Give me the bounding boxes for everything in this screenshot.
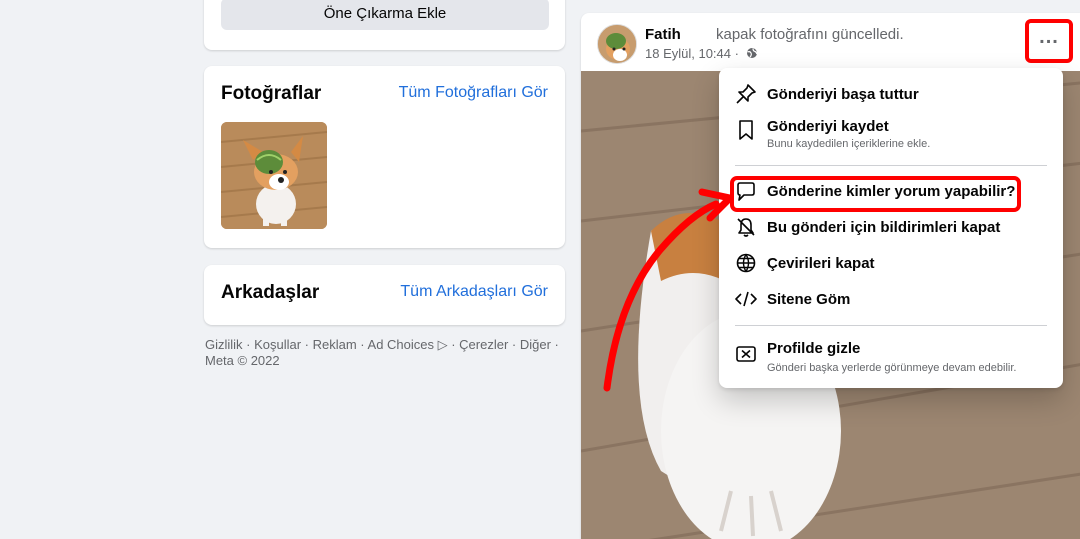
menu-item-translations-off[interactable]: Çevirileri kapat [727,247,1055,279]
friends-title: Arkadaşlar [221,282,320,303]
more-options-button[interactable]: ... [1025,19,1073,63]
menu-item-pin-post[interactable]: Gönderiyi başa tuttur [727,78,1055,110]
menu-item-save-post[interactable]: Gönderiyi kaydet Bunu kaydedilen içerikl… [727,112,1055,156]
avatar[interactable] [597,24,637,64]
post-author[interactable]: Fatih [645,26,681,43]
menu-sublabel: Gönderi başka yerlerde görünmeye devam e… [767,362,1017,374]
pin-icon [735,83,757,105]
post-date-text: 18 Eylül, 10:44 · [645,46,739,61]
bookmark-icon [735,119,757,141]
more-options-icon: ... [1039,25,1059,48]
friends-card: Arkadaşlar Tüm Arkadaşları Gör [204,265,565,325]
see-all-photos-link[interactable]: Tüm Fotoğrafları Gör [399,84,548,102]
menu-label: Çevirileri kapat [767,255,875,272]
annotation-highlight-box [730,176,1021,212]
globe-icon [735,252,757,274]
bell-off-icon [735,216,757,238]
menu-label: Sitene Göm [767,291,851,308]
menu-divider [735,325,1047,326]
code-icon [735,288,757,310]
post-date[interactable]: 18 Eylül, 10:44 · [645,46,758,61]
photos-card: Fotoğraflar Tüm Fotoğrafları Gör [204,66,565,248]
post-action-text: kapak fotoğrafını güncelledi. [716,26,904,43]
globe-icon [746,47,758,59]
menu-item-notifications-off[interactable]: Bu gönderi için bildirimleri kapat [727,211,1055,243]
add-feature-button[interactable]: Öne Çıkarma Ekle [221,0,549,30]
photos-title: Fotoğraflar [221,83,322,104]
menu-label: Bu gönderi için bildirimleri kapat [767,219,1001,236]
menu-item-hide-from-profile[interactable]: Profilde gizle Gönderi başka yerlerde gö… [727,336,1055,380]
menu-label: Gönderiyi başa tuttur [767,86,919,103]
menu-label: Profilde gizle [767,340,861,357]
see-all-friends-link[interactable]: Tüm Arkadaşları Gör [400,283,548,301]
post-options-menu: Gönderiyi başa tuttur Gönderiyi kaydet B… [719,68,1063,388]
menu-sublabel: Bunu kaydedilen içeriklerine ekle. [767,138,931,150]
feature-card: Öne Çıkarma Ekle [204,0,565,50]
menu-item-embed[interactable]: Sitene Göm [727,283,1055,315]
close-box-icon [735,343,757,365]
menu-divider [735,165,1047,166]
footer-links[interactable]: Gizlilik · Koşullar · Reklam · Ad Choice… [205,337,565,369]
menu-label: Gönderiyi kaydet [767,118,889,135]
photo-thumbnail[interactable] [221,122,327,229]
